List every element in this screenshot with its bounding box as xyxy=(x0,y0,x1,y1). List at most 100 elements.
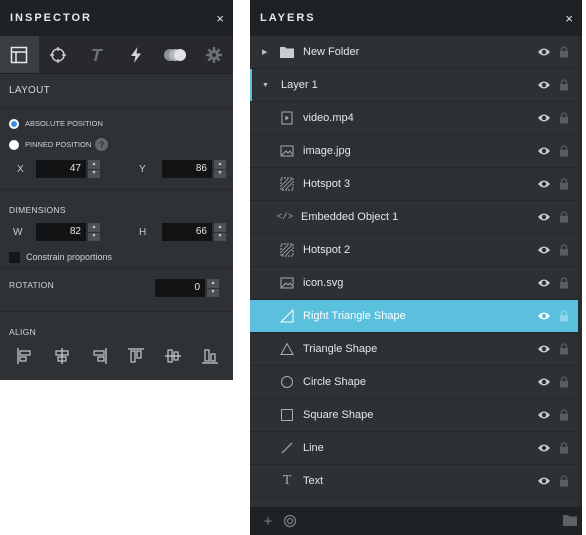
help-icon[interactable]: ? xyxy=(95,138,109,151)
layer-row[interactable]: </> Embedded Object 1 xyxy=(250,201,582,234)
constrain-proportions-option[interactable]: Constrain proportions xyxy=(0,247,233,267)
h-stepper: ▲ ▼ xyxy=(214,223,226,241)
layer-row[interactable]: ▼ Layer 1 xyxy=(250,69,582,102)
tab-position[interactable] xyxy=(39,36,78,73)
w-input[interactable]: 82 xyxy=(36,223,86,241)
tab-blend[interactable] xyxy=(155,36,194,73)
align-center-h-icon xyxy=(55,348,69,364)
target-button[interactable] xyxy=(282,513,298,529)
folder-icon xyxy=(278,43,296,61)
lock-icon[interactable] xyxy=(558,243,570,257)
lock-icon[interactable] xyxy=(558,276,570,290)
absolute-radio[interactable] xyxy=(9,118,19,129)
visibility-eye-icon[interactable] xyxy=(536,176,552,192)
lock-icon[interactable] xyxy=(558,375,570,389)
w-decrement-button[interactable]: ▼ xyxy=(88,232,100,241)
tab-layout[interactable] xyxy=(0,36,39,73)
visibility-eye-icon[interactable] xyxy=(536,473,552,489)
layer-row[interactable]: Square Shape xyxy=(250,399,582,432)
visibility-eye-icon[interactable] xyxy=(536,275,552,291)
hotspot-icon xyxy=(278,241,296,259)
visibility-eye-icon[interactable] xyxy=(536,44,552,60)
lock-icon[interactable] xyxy=(558,408,570,422)
visibility-eye-icon[interactable] xyxy=(536,209,552,225)
video-icon xyxy=(278,109,296,127)
tab-settings[interactable] xyxy=(194,36,233,73)
rotation-input[interactable]: 0 xyxy=(155,279,205,297)
align-center-h-button[interactable] xyxy=(51,345,73,367)
lock-icon[interactable] xyxy=(558,474,570,488)
align-middle-v-button[interactable] xyxy=(162,345,184,367)
inspector-panel: INSPECTOR × LAYOUT ABSOLUTE POSITION PIN… xyxy=(0,0,233,380)
layers-scrollbar[interactable] xyxy=(578,36,582,507)
layer-name: Hotspot 3 xyxy=(303,178,351,190)
inspector-header: INSPECTOR × xyxy=(0,0,233,36)
layer-row[interactable]: T Text xyxy=(250,465,582,498)
expand-arrow-icon[interactable]: ▶ xyxy=(262,48,272,56)
lock-icon[interactable] xyxy=(558,144,570,158)
inspector-close-button[interactable]: × xyxy=(216,12,224,25)
absolute-position-option[interactable]: ABSOLUTE POSITION xyxy=(0,113,233,134)
h-input[interactable]: 66 xyxy=(162,223,212,241)
x-input[interactable]: 47 xyxy=(36,160,86,178)
align-right-button[interactable] xyxy=(88,345,110,367)
visibility-eye-icon[interactable] xyxy=(536,77,552,93)
visibility-eye-icon[interactable] xyxy=(536,374,552,390)
visibility-eye-icon[interactable] xyxy=(536,341,552,357)
circle-icon xyxy=(278,373,296,391)
rotation-increment-button[interactable]: ▲ xyxy=(207,279,219,288)
layer-row[interactable]: video.mp4 xyxy=(250,102,582,135)
rotation-section: ROTATION 0 ▲ ▼ xyxy=(0,269,233,312)
layer-row[interactable]: Hotspot 3 xyxy=(250,168,582,201)
constrain-checkbox[interactable] xyxy=(9,251,20,263)
w-increment-button[interactable]: ▲ xyxy=(88,223,100,232)
align-bottom-button[interactable] xyxy=(199,345,221,367)
pinned-radio[interactable] xyxy=(9,139,19,150)
tab-interactions[interactable] xyxy=(116,36,155,73)
layer-row[interactable]: Triangle Shape xyxy=(250,333,582,366)
tab-text[interactable] xyxy=(78,36,117,73)
align-top-icon xyxy=(128,348,144,363)
pinned-position-option[interactable]: PINNED POSITION ? xyxy=(0,134,233,155)
h-decrement-button[interactable]: ▼ xyxy=(214,232,226,241)
lock-icon[interactable] xyxy=(558,210,570,224)
x-increment-button[interactable]: ▲ xyxy=(88,160,100,169)
add-layer-button[interactable]: + xyxy=(260,513,276,530)
layers-close-button[interactable]: × xyxy=(565,12,573,25)
align-top-button[interactable] xyxy=(125,345,147,367)
y-label: Y xyxy=(139,163,146,175)
layer-row[interactable]: Hotspot 2 xyxy=(250,234,582,267)
visibility-eye-icon[interactable] xyxy=(536,242,552,258)
y-decrement-button[interactable]: ▼ xyxy=(214,169,226,178)
lock-icon[interactable] xyxy=(558,342,570,356)
lock-icon[interactable] xyxy=(558,177,570,191)
layer-row[interactable]: Line xyxy=(250,432,582,465)
lock-icon[interactable] xyxy=(558,111,570,125)
layer-row-selected[interactable]: Right Triangle Shape xyxy=(250,300,582,333)
text-T-icon: T xyxy=(282,473,292,488)
layer-row[interactable]: ▶ New Folder xyxy=(250,36,582,69)
layer-row[interactable]: image.jpg xyxy=(250,135,582,168)
lock-icon[interactable] xyxy=(558,441,570,455)
x-decrement-button[interactable]: ▼ xyxy=(88,169,100,178)
lock-icon[interactable] xyxy=(558,309,570,323)
new-folder-button[interactable] xyxy=(562,513,578,529)
layer-name: video.mp4 xyxy=(303,112,354,124)
visibility-eye-icon[interactable] xyxy=(536,440,552,456)
y-increment-button[interactable]: ▲ xyxy=(214,160,226,169)
visibility-eye-icon[interactable] xyxy=(536,110,552,126)
visibility-eye-icon[interactable] xyxy=(536,308,552,324)
rotation-decrement-button[interactable]: ▼ xyxy=(207,288,219,297)
lock-icon[interactable] xyxy=(558,78,570,92)
layer-row[interactable]: icon.svg xyxy=(250,267,582,300)
visibility-eye-icon[interactable] xyxy=(536,143,552,159)
align-left-button[interactable] xyxy=(14,345,36,367)
h-increment-button[interactable]: ▲ xyxy=(214,223,226,232)
layer-row[interactable]: Circle Shape xyxy=(250,366,582,399)
lock-icon[interactable] xyxy=(558,45,570,59)
constrain-label: Constrain proportions xyxy=(26,252,113,262)
y-input[interactable]: 86 xyxy=(162,160,212,178)
layout-section: LAYOUT xyxy=(0,74,233,108)
collapse-arrow-icon[interactable]: ▼ xyxy=(262,82,272,89)
visibility-eye-icon[interactable] xyxy=(536,407,552,423)
